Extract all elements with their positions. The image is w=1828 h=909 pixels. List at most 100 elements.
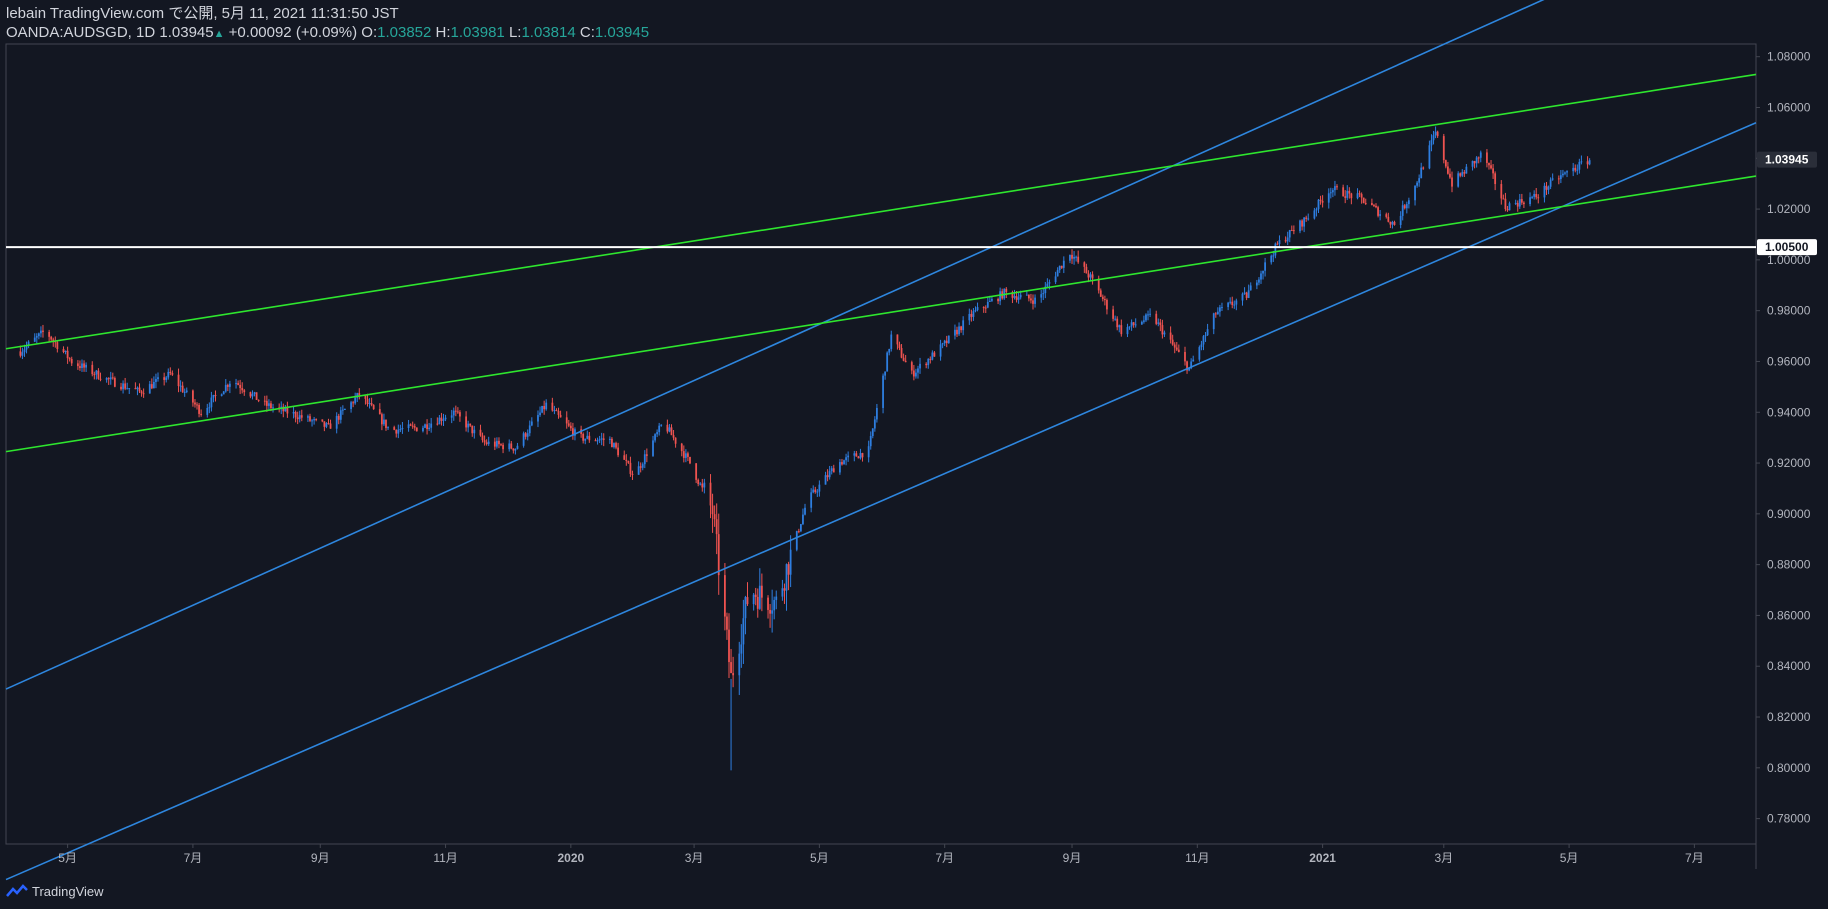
candle-body-397 <box>1159 322 1162 326</box>
blue-channel-upper[interactable] <box>5 0 1756 690</box>
candle-body-512 <box>1490 165 1492 169</box>
candle-body-82 <box>253 392 256 394</box>
price-tick-label-11: 0.86000 <box>1767 608 1811 622</box>
candle-body-429 <box>1249 285 1252 291</box>
candle-body-136 <box>409 424 412 426</box>
candle-body-282 <box>828 471 831 478</box>
candle-body-367 <box>1073 256 1075 259</box>
candle-body-440 <box>1284 240 1287 242</box>
candle-body-328 <box>960 326 963 331</box>
candle-body-456 <box>1329 192 1332 194</box>
candle-body-296 <box>869 436 872 447</box>
green-trend-lower[interactable] <box>5 175 1757 453</box>
time-tick-label-10: 2021 <box>1309 851 1336 865</box>
price-tick-label-6: 0.96000 <box>1767 354 1811 368</box>
candle-body-467 <box>1360 194 1363 198</box>
candle-body-117 <box>354 397 357 404</box>
candle-body-486 <box>1416 182 1418 186</box>
candle-body-206 <box>611 438 613 448</box>
candle-body-506 <box>1473 160 1476 164</box>
price-chart[interactable]: 1.080001.060001.040001.020001.000000.980… <box>0 0 1828 909</box>
candle-body-24 <box>85 364 88 368</box>
candle-body-304 <box>890 334 893 349</box>
candle-body-96 <box>294 412 297 418</box>
candle-body-113 <box>341 409 344 411</box>
candle-body-346 <box>1013 296 1016 298</box>
time-tick-label-0: 5月 <box>58 851 77 865</box>
candle-body-448 <box>1305 217 1308 219</box>
candle-body-529 <box>1537 197 1540 199</box>
candle-body-138 <box>413 426 416 428</box>
candle-body-20 <box>76 363 79 367</box>
candle-body-319 <box>933 352 936 357</box>
candle-body-108 <box>327 423 330 425</box>
candle-body-353 <box>1032 300 1034 304</box>
candle-body-283 <box>830 468 833 472</box>
candle-body-199 <box>588 435 591 441</box>
candle-body-64 <box>200 413 203 415</box>
candle-body-217 <box>641 464 644 468</box>
candle-body-487 <box>1418 178 1421 183</box>
candle-body-76 <box>237 383 240 385</box>
candle-body-31 <box>107 378 110 380</box>
candle-body-152 <box>454 410 457 412</box>
candle-body-86 <box>265 400 268 406</box>
candle-body-539 <box>1566 171 1568 173</box>
candle-body-340 <box>997 298 999 302</box>
candle-body-115 <box>350 402 352 410</box>
candle-body-208 <box>615 443 617 448</box>
candle-body-286 <box>841 462 843 465</box>
candle-body-146 <box>438 417 441 425</box>
candle-body-292 <box>857 456 860 459</box>
candle-body-285 <box>839 462 841 473</box>
candle-body-358 <box>1046 283 1049 287</box>
candle-body-411 <box>1200 344 1203 348</box>
candle-body-149 <box>444 417 447 420</box>
candle-body-255 <box>752 594 755 605</box>
candle-body-355 <box>1040 294 1043 298</box>
candle-body-232 <box>684 453 687 458</box>
candle-body-147 <box>440 417 443 421</box>
candle-body-338 <box>988 300 991 302</box>
candle-body-363 <box>1060 265 1063 268</box>
green-trend-upper[interactable] <box>5 73 1757 350</box>
candle-body-54 <box>171 373 174 375</box>
candle-body-166 <box>496 440 498 447</box>
candle-body-330 <box>968 313 971 321</box>
candle-body-135 <box>407 424 410 429</box>
candle-body-352 <box>1030 298 1032 301</box>
candle-body-331 <box>970 313 973 317</box>
candle-body-444 <box>1292 230 1295 232</box>
candle-body-437 <box>1274 243 1277 256</box>
candle-body-176 <box>524 433 527 437</box>
time-axis[interactable]: 5月 7月 9月 11月 2020 3月 5月 7月 9月 11月 2021 3月 5月 7月 <box>58 844 1704 865</box>
candle-body-182 <box>541 405 543 413</box>
candle-body-248 <box>730 662 732 674</box>
candle-body-29 <box>99 378 102 380</box>
candle-body-403 <box>1175 347 1178 350</box>
candle-body-257 <box>756 596 759 609</box>
candle-body-171 <box>510 443 513 449</box>
candle-body-536 <box>1559 175 1562 180</box>
candle-body-37 <box>124 383 127 389</box>
level-price-label: 1.00500 <box>1765 240 1809 254</box>
candle-body-410 <box>1198 347 1201 360</box>
candle-body-483 <box>1405 204 1408 209</box>
drawing-lines[interactable] <box>5 0 1757 881</box>
candle-body-185 <box>551 402 554 411</box>
candle-body-546 <box>1588 160 1591 165</box>
candle-body-376 <box>1099 290 1102 297</box>
candle-body-250 <box>738 653 741 676</box>
footer-brand[interactable]: TradingView <box>6 881 104 901</box>
candle-body-252 <box>742 618 745 645</box>
candle-body-87 <box>268 403 270 406</box>
blue-channel-lower[interactable] <box>5 121 1757 881</box>
candle-body-222 <box>656 432 659 435</box>
candle-body-269 <box>789 549 792 575</box>
candle-body-129 <box>387 427 389 429</box>
candle-body-27 <box>95 370 98 375</box>
candle-body-514 <box>1494 173 1497 185</box>
candle-body-156 <box>467 423 470 428</box>
candle-body-75 <box>235 383 237 385</box>
candle-body-350 <box>1025 294 1028 296</box>
